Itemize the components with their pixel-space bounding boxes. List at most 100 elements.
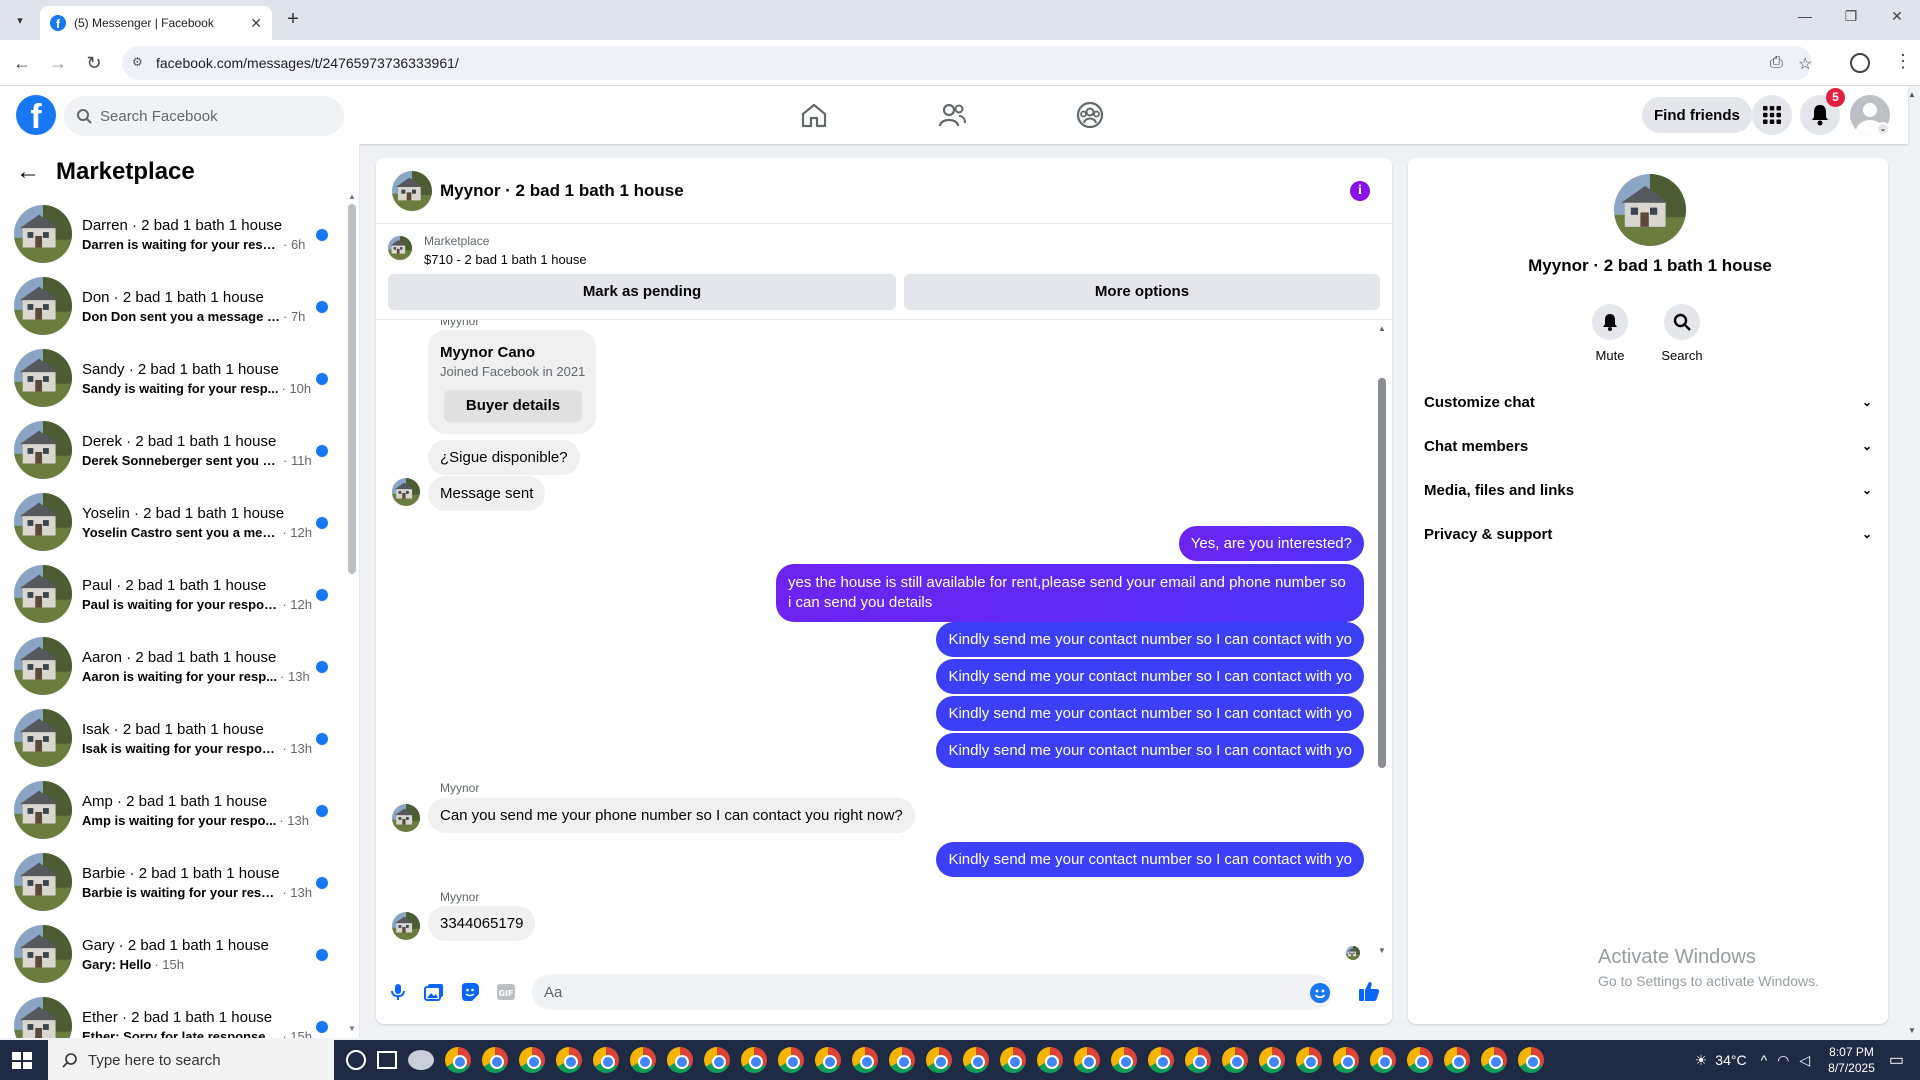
new-tab-icon[interactable]: + bbox=[282, 9, 304, 31]
gif-icon[interactable]: GIF bbox=[496, 982, 516, 1002]
chrome-taskbar-icon[interactable] bbox=[556, 1047, 582, 1073]
search-icon[interactable] bbox=[1664, 304, 1700, 340]
chrome-taskbar-icon[interactable] bbox=[1148, 1047, 1174, 1073]
scroll-down-icon[interactable]: ▼ bbox=[1378, 946, 1386, 955]
cortana-icon[interactable] bbox=[346, 1050, 366, 1070]
account-chevron-icon[interactable]: ⌄ bbox=[1876, 122, 1890, 136]
listing-price-title[interactable]: $710 - 2 bad 1 bath 1 house bbox=[424, 252, 587, 267]
profile-icon[interactable] bbox=[1850, 53, 1870, 73]
chrome-taskbar-icon[interactable] bbox=[1000, 1047, 1026, 1073]
chrome-taskbar-icon[interactable] bbox=[815, 1047, 841, 1073]
conversation-item[interactable]: Gary · 2 bad 1 bath 1 house Gary: Hello · … bbox=[0, 918, 348, 990]
buyer-avatar[interactable] bbox=[392, 912, 420, 940]
conversation-item[interactable]: Ether · 2 bad 1 bath 1 house Ether: Sorry… bbox=[0, 990, 348, 1038]
network-icon[interactable]: ◠ bbox=[1777, 1052, 1789, 1069]
chrome-taskbar-icon[interactable] bbox=[593, 1047, 619, 1073]
forward-icon[interactable]: → bbox=[46, 52, 70, 74]
chrome-taskbar-icon[interactable] bbox=[1037, 1047, 1063, 1073]
clock[interactable]: 8:07 PM 8/7/2025 bbox=[1828, 1044, 1875, 1076]
conversation-item[interactable]: Darren · 2 bad 1 bath 1 house Darren is w… bbox=[0, 198, 348, 270]
bookmark-star-icon[interactable]: ☆ bbox=[1798, 54, 1812, 74]
home-icon[interactable] bbox=[794, 96, 834, 134]
scroll-down-icon[interactable]: ▼ bbox=[348, 1024, 356, 1033]
privacy-support-row[interactable]: Privacy & support ⌄ bbox=[1424, 512, 1872, 556]
conversation-item[interactable]: Sandy · 2 bad 1 bath 1 house Sandy is wai… bbox=[0, 342, 348, 414]
tray-chevron-up-icon[interactable]: ^ bbox=[1761, 1052, 1768, 1068]
chrome-taskbar-icon[interactable] bbox=[519, 1047, 545, 1073]
conversation-item[interactable]: Derek · 2 bad 1 bath 1 house Derek Sonneb… bbox=[0, 414, 348, 486]
chrome-taskbar-icon[interactable] bbox=[1518, 1047, 1544, 1073]
groups-icon[interactable] bbox=[1070, 96, 1110, 134]
mark-as-pending-button[interactable]: Mark as pending bbox=[388, 274, 896, 310]
chrome-taskbar-icon[interactable] bbox=[963, 1047, 989, 1073]
find-friends-button[interactable]: Find friends bbox=[1642, 97, 1752, 133]
message-bubble-incoming[interactable]: 3344065179 bbox=[428, 906, 536, 941]
page-scroll-up-icon[interactable]: ▲ bbox=[1908, 90, 1916, 99]
thumbs-up-icon[interactable] bbox=[1358, 980, 1380, 1008]
mute-action[interactable]: Mute bbox=[1580, 304, 1640, 363]
microphone-icon[interactable] bbox=[388, 982, 408, 1002]
friends-icon[interactable] bbox=[932, 96, 972, 134]
chrome-taskbar-icon[interactable] bbox=[704, 1047, 730, 1073]
minimize-icon[interactable]: — bbox=[1782, 8, 1828, 24]
tab-close-icon[interactable]: ✕ bbox=[250, 15, 262, 32]
windows-start-icon[interactable] bbox=[12, 1052, 32, 1069]
message-bubble-outgoing[interactable]: Kindly send me your contact number so I … bbox=[936, 733, 1364, 768]
message-bubble-outgoing[interactable]: Kindly send me your contact number so I … bbox=[936, 696, 1364, 731]
photo-icon[interactable] bbox=[424, 982, 444, 1002]
chrome-taskbar-icon[interactable] bbox=[926, 1047, 952, 1073]
customize-chat-row[interactable]: Customize chat ⌄ bbox=[1424, 380, 1872, 424]
conversation-item[interactable]: Yoselin · 2 bad 1 bath 1 house Yoselin Ca… bbox=[0, 486, 348, 558]
chrome-taskbar-icon[interactable] bbox=[1444, 1047, 1470, 1073]
chrome-taskbar-icon[interactable] bbox=[778, 1047, 804, 1073]
search-action[interactable]: Search bbox=[1652, 304, 1712, 363]
info-icon[interactable]: i bbox=[1350, 181, 1370, 201]
listing-avatar-large[interactable] bbox=[1614, 174, 1686, 246]
install-app-icon[interactable]: ⎙ bbox=[1770, 54, 1783, 72]
chrome-taskbar-icon[interactable] bbox=[1407, 1047, 1433, 1073]
chrome-taskbar-icon[interactable] bbox=[1111, 1047, 1137, 1073]
speaker-icon[interactable]: ◁ bbox=[1799, 1052, 1810, 1069]
chrome-taskbar-icon[interactable] bbox=[1222, 1047, 1248, 1073]
media-files-links-row[interactable]: Media, files and links ⌄ bbox=[1424, 468, 1872, 512]
chrome-taskbar-icon[interactable] bbox=[741, 1047, 767, 1073]
conversation-item[interactable]: Paul · 2 bad 1 bath 1 house Paul is waiti… bbox=[0, 558, 348, 630]
buyer-avatar[interactable] bbox=[392, 478, 420, 506]
chrome-taskbar-icon[interactable] bbox=[852, 1047, 878, 1073]
restore-icon[interactable]: ❐ bbox=[1828, 8, 1874, 25]
listing-thumbnail[interactable] bbox=[392, 171, 432, 211]
emoji-icon[interactable] bbox=[1310, 983, 1330, 1003]
page-scroll-down-icon[interactable]: ▼ bbox=[1908, 1026, 1916, 1035]
conversation-item[interactable]: Isak · 2 bad 1 bath 1 house Isak is waiti… bbox=[0, 702, 348, 774]
site-info-icon[interactable]: ⚙ bbox=[132, 55, 148, 71]
message-bubble-outgoing[interactable]: Yes, are you interested? bbox=[1178, 526, 1364, 561]
chrome-taskbar-icon[interactable] bbox=[445, 1047, 471, 1073]
reload-icon[interactable]: ↻ bbox=[82, 52, 106, 74]
chrome-taskbar-icon[interactable] bbox=[1370, 1047, 1396, 1073]
message-bubble-outgoing[interactable]: yes the house is still available for ren… bbox=[776, 564, 1364, 622]
message-bubble-outgoing[interactable]: Kindly send me your contact number so I … bbox=[936, 659, 1364, 694]
close-window-icon[interactable]: ✕ bbox=[1874, 8, 1920, 25]
chrome-taskbar-icon[interactable] bbox=[889, 1047, 915, 1073]
facebook-search[interactable] bbox=[64, 96, 344, 136]
bell-icon[interactable] bbox=[1592, 304, 1628, 340]
conversation-item[interactable]: Aaron · 2 bad 1 bath 1 house Aaron is wai… bbox=[0, 630, 348, 702]
buyer-avatar[interactable] bbox=[392, 804, 420, 832]
taskbar-search[interactable]: Type here to search bbox=[48, 1040, 334, 1080]
chrome-taskbar-icon[interactable] bbox=[1074, 1047, 1100, 1073]
chrome-taskbar-icon[interactable] bbox=[667, 1047, 693, 1073]
message-input[interactable] bbox=[532, 974, 1332, 1010]
scroll-up-icon[interactable]: ▲ bbox=[348, 192, 356, 201]
chat-members-row[interactable]: Chat members ⌄ bbox=[1424, 424, 1872, 468]
chrome-taskbar-icon[interactable] bbox=[1259, 1047, 1285, 1073]
chat-scrollbar[interactable] bbox=[1378, 378, 1386, 768]
task-view-icon[interactable] bbox=[377, 1051, 397, 1069]
sticker-icon[interactable] bbox=[460, 982, 480, 1002]
conversation-item[interactable]: Amp · 2 bad 1 bath 1 house Amp is waiting… bbox=[0, 774, 348, 846]
chrome-taskbar-icon[interactable] bbox=[1333, 1047, 1359, 1073]
temperature[interactable]: 34°C bbox=[1715, 1052, 1746, 1068]
action-center-icon[interactable]: ▭ bbox=[1889, 1050, 1904, 1070]
chrome-taskbar-icon[interactable] bbox=[482, 1047, 508, 1073]
message-bubble-incoming[interactable]: Can you send me your phone number so I c… bbox=[428, 798, 915, 833]
omnibox[interactable]: ⚙ facebook.com/messages/t/24765973736333… bbox=[122, 46, 1812, 80]
